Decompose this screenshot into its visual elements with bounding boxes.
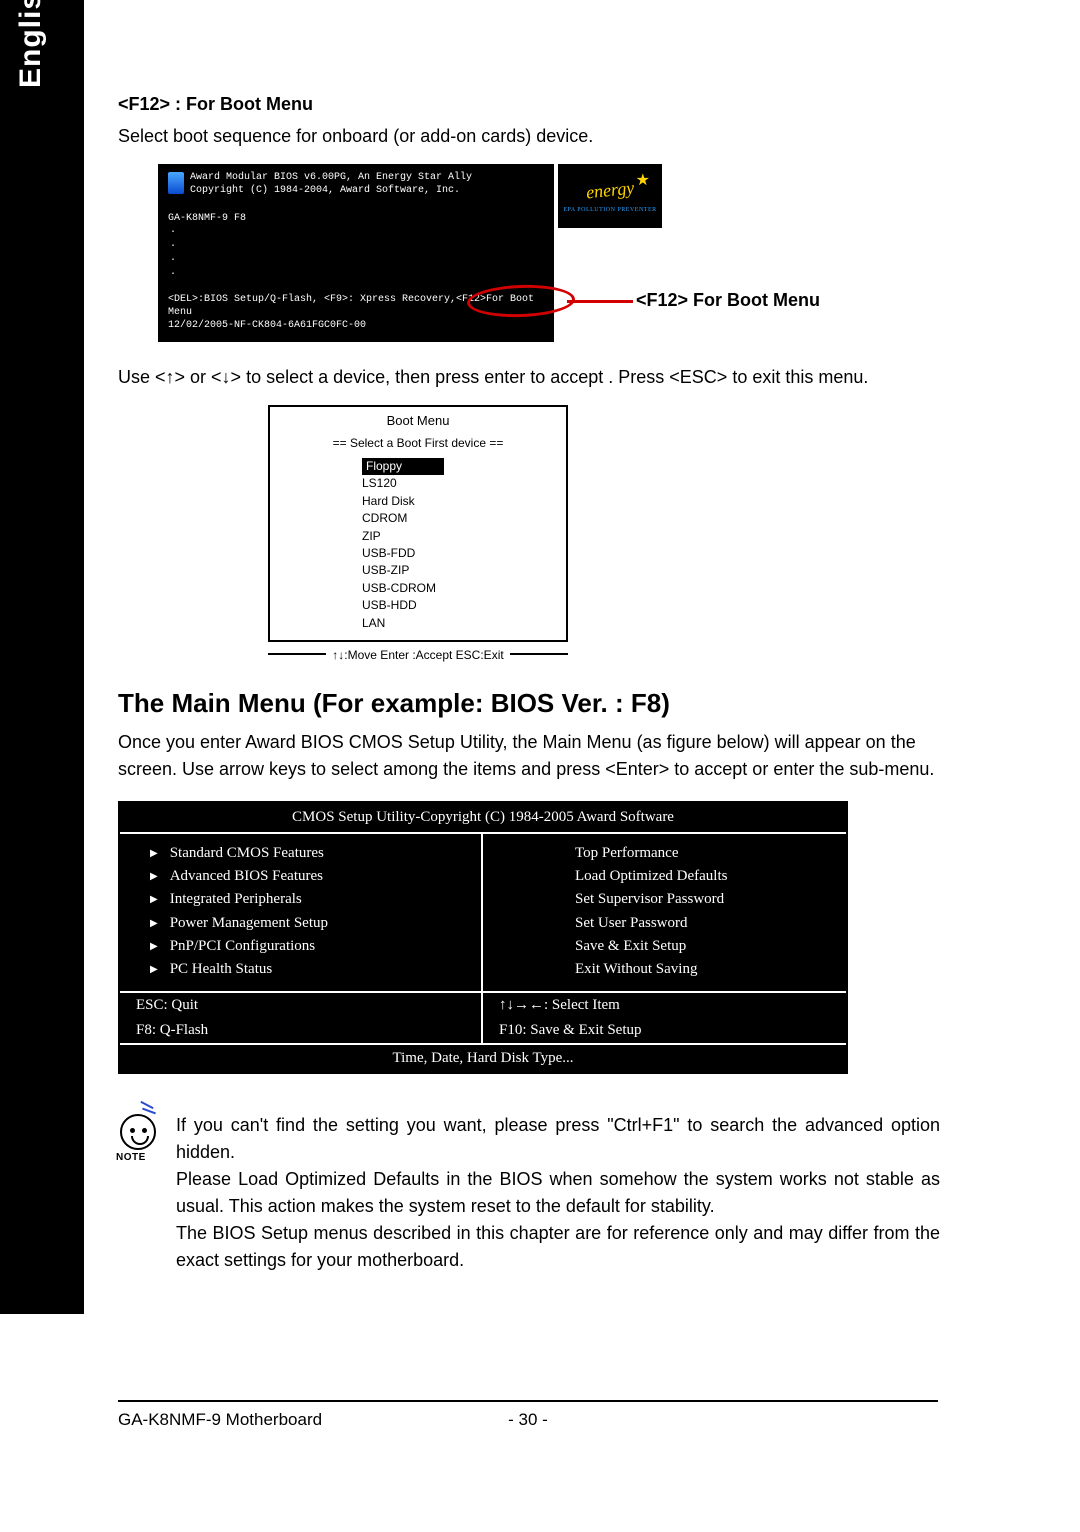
- triangle-icon: ▶: [150, 846, 158, 862]
- cmos-item[interactable]: Save & Exit Setup: [513, 935, 830, 958]
- bios-line2: Copyright (C) 1984-2004, Award Software,…: [190, 184, 472, 197]
- cmos-item[interactable]: Exit Without Saving: [513, 958, 830, 981]
- boot-item[interactable]: LS120: [362, 476, 397, 490]
- triangle-icon: ▶: [150, 962, 158, 978]
- boot-item[interactable]: ZIP: [362, 529, 381, 543]
- triangle-icon: ▶: [150, 939, 158, 955]
- boot-instruction: Use <↑> or <↓> to select a device, then …: [118, 364, 938, 391]
- footer-page-number: - 30 -: [468, 1410, 588, 1430]
- star-icon: ★: [636, 170, 650, 190]
- note-block: NOTE If you can't find the setting you w…: [118, 1112, 940, 1274]
- cmos-nav-f8: F8: Q-Flash: [120, 1018, 483, 1043]
- note-text: If you can't find the setting you want, …: [176, 1112, 940, 1274]
- cmos-item[interactable]: ▶ Advanced BIOS Features: [150, 865, 465, 888]
- language-label: English: [14, 0, 48, 88]
- cmos-item-label: PC Health Status: [170, 958, 273, 981]
- cmos-nav-row1: ESC: Quit ↑↓→←: Select Item: [120, 991, 846, 1018]
- f12-desc: Select boot sequence for onboard (or add…: [118, 123, 938, 150]
- main-menu-desc: Once you enter Award BIOS CMOS Setup Uti…: [118, 729, 938, 783]
- boot-item[interactable]: Hard Disk: [362, 494, 415, 508]
- boot-menu-subtitle: == Select a Boot First device ==: [270, 434, 566, 458]
- f12-heading: <F12> : For Boot Menu: [118, 94, 938, 115]
- cmos-nav-arrows: ↑↓→←: Select Item: [483, 993, 846, 1018]
- cmos-nav-esc: ESC: Quit: [120, 993, 483, 1018]
- cmos-item[interactable]: Set User Password: [513, 912, 830, 935]
- cmos-item[interactable]: ▶ Integrated Peripherals: [150, 888, 465, 911]
- note-p1: If you can't find the setting you want, …: [176, 1115, 940, 1162]
- side-language-bar: English: [0, 0, 84, 1314]
- bios-post-figure: Award Modular BIOS v6.00PG, An Energy St…: [158, 164, 918, 354]
- bios-foot1a: <DEL>:BIOS Setup/Q-Flash, <F9>: Xpress R…: [168, 294, 456, 305]
- boot-item[interactable]: USB-CDROM: [362, 581, 436, 595]
- bios-foot2: 12/02/2005-NF-CK804-6A61FGC0FC-00: [168, 320, 366, 331]
- cmos-item[interactable]: ▶ Standard CMOS Features: [150, 842, 465, 865]
- cmos-title: CMOS Setup Utility-Copyright (C) 1984-20…: [120, 803, 846, 834]
- cmos-nav-row2: F8: Q-Flash F10: Save & Exit Setup: [120, 1018, 846, 1043]
- triangle-icon: ▶: [150, 916, 158, 932]
- page-footer: GA-K8NMF-9 Motherboard - 30 -: [118, 1400, 938, 1430]
- award-logo-icon: [168, 172, 184, 194]
- bios-header-text: Award Modular BIOS v6.00PG, An Energy St…: [190, 171, 472, 197]
- bios-model: GA-K8NMF-9 F8: [168, 212, 246, 225]
- cmos-item-label: Set Supervisor Password: [575, 888, 724, 911]
- boot-item[interactable]: USB-ZIP: [362, 563, 409, 577]
- boot-menu-footer: ↑↓:Move Enter :Accept ESC:Exit: [268, 642, 568, 664]
- boot-menu-title: Boot Menu: [270, 407, 566, 434]
- note-icon: NOTE: [118, 1112, 176, 1274]
- cmos-item-label: Set User Password: [575, 912, 688, 935]
- cmos-item-label: Advanced BIOS Features: [170, 865, 323, 888]
- boot-item[interactable]: CDROM: [362, 511, 407, 525]
- footer-right: [588, 1410, 938, 1430]
- cmos-item-label: Save & Exit Setup: [575, 935, 686, 958]
- cmos-item[interactable]: Load Optimized Defaults: [513, 865, 830, 888]
- cmos-item-label: Power Management Setup: [170, 912, 328, 935]
- boot-item[interactable]: LAN: [362, 616, 385, 630]
- smiley-icon: [120, 1114, 156, 1150]
- cmos-item-label: Integrated Peripherals: [170, 888, 302, 911]
- triangle-icon: ▶: [150, 892, 158, 908]
- cmos-item-label: Top Performance: [575, 842, 679, 865]
- cmos-left-column: ▶ Standard CMOS Features ▶ Advanced BIOS F…: [120, 834, 483, 992]
- cmos-nav-f10: F10: Save & Exit Setup: [483, 1018, 846, 1043]
- callout-text: <F12> For Boot Menu: [636, 290, 820, 311]
- triangle-icon: ▶: [150, 869, 158, 885]
- cmos-item-label: Load Optimized Defaults: [575, 865, 727, 888]
- cmos-item[interactable]: ▶ Power Management Setup: [150, 912, 465, 935]
- footer-left: GA-K8NMF-9 Motherboard: [118, 1410, 468, 1430]
- cmos-item-label: Exit Without Saving: [575, 958, 697, 981]
- page-content: <F12> : For Boot Menu Select boot sequen…: [118, 94, 938, 1274]
- bios-dots: ....: [170, 224, 176, 280]
- cmos-main-menu: CMOS Setup Utility-Copyright (C) 1984-20…: [118, 801, 848, 1075]
- energy-sub: EPA POLLUTION PREVENTER: [563, 207, 656, 213]
- boot-item-selected[interactable]: Floppy: [362, 458, 444, 475]
- cmos-item[interactable]: Set Supervisor Password: [513, 888, 830, 911]
- energy-script: energy: [585, 177, 635, 203]
- callout-line: [567, 300, 633, 303]
- cmos-item-label: Standard CMOS Features: [170, 842, 324, 865]
- cmos-right-column: Top Performance Load Optimized Defaults …: [483, 834, 846, 992]
- cmos-item[interactable]: ▶ PC Health Status: [150, 958, 465, 981]
- boot-menu-list: Floppy LS120 Hard Disk CDROM ZIP USB-FDD…: [270, 458, 566, 640]
- cmos-item-label: PnP/PCI Configurations: [170, 935, 315, 958]
- note-label: NOTE: [116, 1152, 146, 1163]
- bios-line1: Award Modular BIOS v6.00PG, An Energy St…: [190, 171, 472, 184]
- main-menu-heading: The Main Menu (For example: BIOS Ver. : …: [118, 688, 938, 719]
- note-p3: The BIOS Setup menus described in this c…: [176, 1223, 940, 1270]
- cmos-item[interactable]: ▶ PnP/PCI Configurations: [150, 935, 465, 958]
- note-p2: Please Load Optimized Defaults in the BI…: [176, 1169, 940, 1216]
- boot-menu-figure: Boot Menu == Select a Boot First device …: [268, 405, 568, 664]
- cmos-help-line: Time, Date, Hard Disk Type...: [120, 1043, 846, 1072]
- boot-item[interactable]: USB-FDD: [362, 546, 415, 560]
- energy-star-logo: ★ energy EPA POLLUTION PREVENTER: [558, 164, 662, 228]
- boot-item[interactable]: USB-HDD: [362, 598, 417, 612]
- cmos-item[interactable]: Top Performance: [513, 842, 830, 865]
